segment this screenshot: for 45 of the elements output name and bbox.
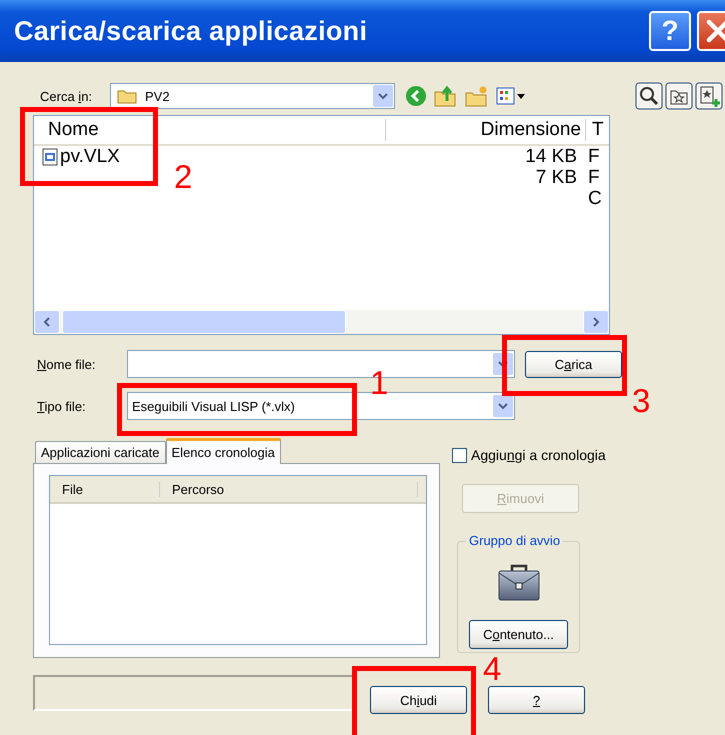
checkbox[interactable]: [452, 448, 467, 462]
load-button[interactable]: Carica: [525, 350, 622, 378]
tab[interactable]: Elenco cronologia: [166, 438, 281, 464]
close-dialog-button[interactable]: Chiudi: [370, 686, 467, 714]
tab[interactable]: Applicazioni caricate: [35, 441, 166, 463]
column-header[interactable]: Dimensione: [386, 119, 586, 141]
view-menu-icon[interactable]: [496, 85, 526, 107]
file-name-label: Nome file:: [36, 356, 97, 372]
contents-button[interactable]: Contenuto...: [469, 620, 568, 649]
annotation-number: 4: [483, 652, 502, 685]
file-type-label: Tipo file:: [36, 398, 87, 414]
window-title: Carica/scarica applicazioni: [14, 16, 368, 46]
column-header[interactable]: Nome: [34, 119, 386, 141]
annotation-number: 2: [174, 160, 192, 193]
file-type: F: [588, 146, 600, 166]
folder-icon: [117, 88, 137, 104]
column-header[interactable]: Percorso: [160, 482, 418, 496]
help-button[interactable]: ?: [649, 11, 691, 51]
file-type: F: [588, 166, 600, 188]
chevron-right-icon: [592, 317, 600, 327]
help-button[interactable]: ?: [488, 686, 585, 714]
chevron-down-icon: [378, 92, 388, 100]
up-folder-icon[interactable]: [434, 85, 458, 107]
new-folder-icon[interactable]: [465, 85, 489, 107]
back-icon[interactable]: [405, 85, 427, 107]
file-icon: [42, 148, 58, 166]
column-header[interactable]: T: [586, 119, 609, 141]
briefcase-icon: [496, 562, 540, 602]
group-title: Gruppo di avvio: [466, 533, 564, 548]
close-icon: [705, 18, 725, 44]
chevron-down-icon: [498, 402, 508, 410]
star-folder-icon[interactable]: [665, 82, 693, 110]
file-name[interactable]: pv.VLX: [60, 146, 120, 168]
checkbox-label: Aggiungi a cronologia: [471, 447, 606, 463]
file-size: 7 KB: [536, 166, 577, 188]
annotation-number: 3: [632, 384, 650, 417]
look-in-dropdown[interactable]: PV2: [110, 83, 395, 109]
look-in-label: Cerca in:: [39, 88, 94, 104]
search-icon[interactable]: [635, 82, 663, 110]
chevron-left-icon: [43, 317, 51, 327]
file-size: 14 KB: [525, 146, 577, 166]
file-type: C: [588, 188, 602, 208]
horizontal-scrollbar[interactable]: [34, 310, 609, 334]
column-header[interactable]: File: [50, 482, 160, 496]
chevron-down-icon: [498, 360, 508, 368]
